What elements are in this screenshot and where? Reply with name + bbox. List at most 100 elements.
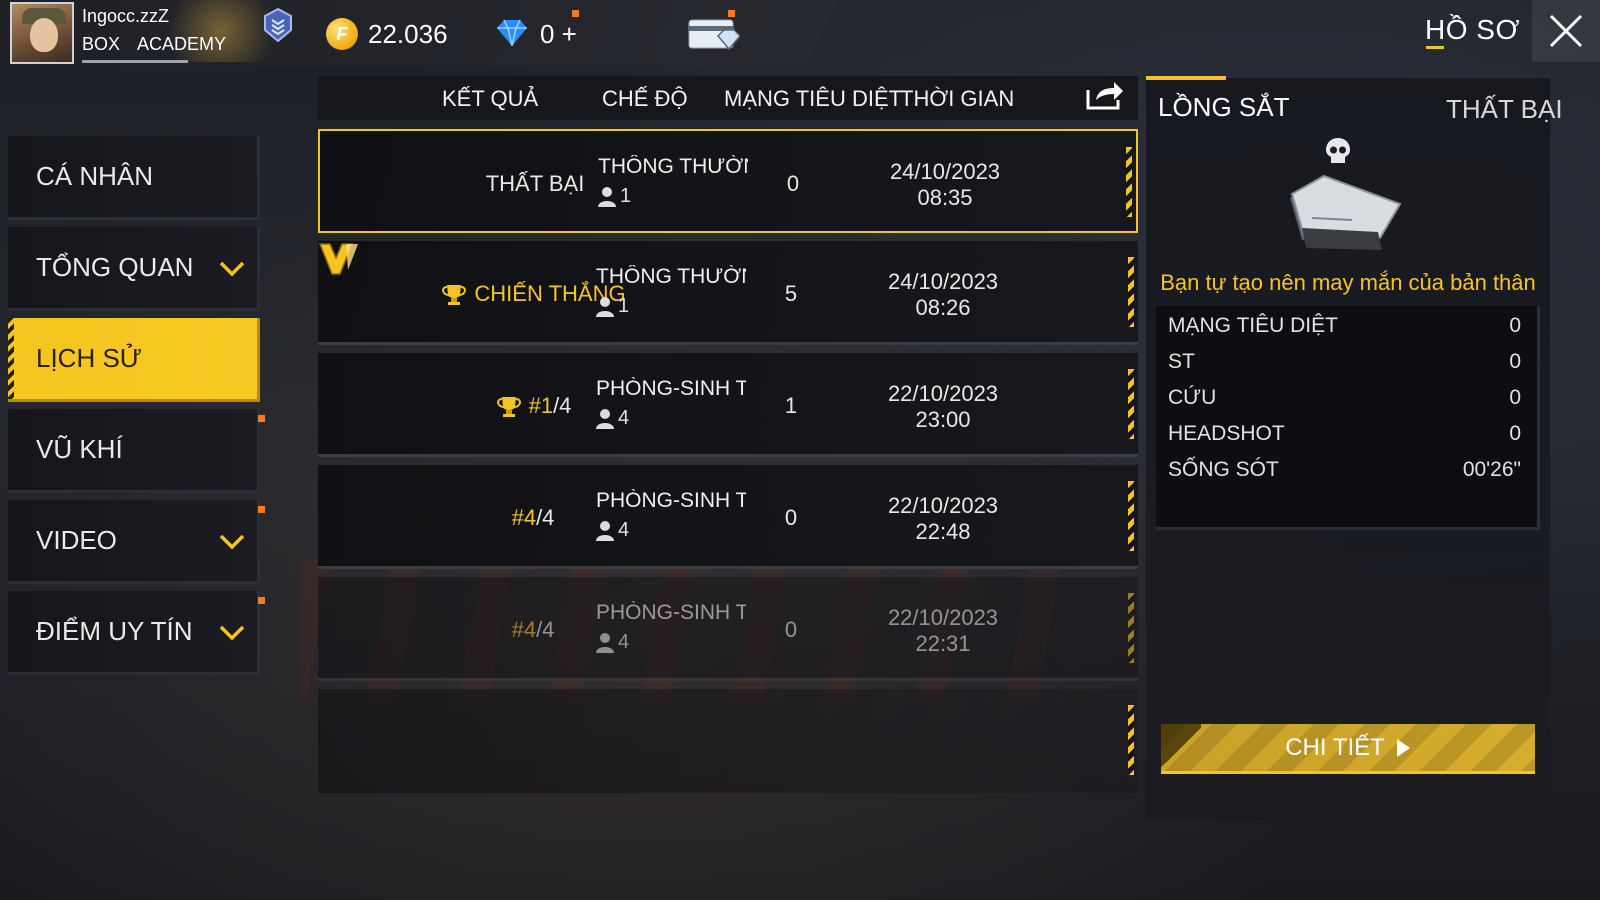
person-icon [596, 296, 614, 317]
match-date: 22/10/2023 [887, 605, 999, 630]
notification-dot [258, 415, 265, 422]
chevron-down-icon [219, 625, 245, 641]
match-datetime: 22/10/2023 22:48 [858, 493, 1028, 545]
stat-value: 0 [1509, 314, 1521, 337]
table-row[interactable]: #4/4 PHÒNG-SINH TỒN 4 0 22/10/2023 22:31 [318, 577, 1138, 681]
player-name: Ingocc.zzZ [82, 6, 170, 26]
play-arrow-icon [1396, 738, 1410, 757]
player-count: 4 [596, 631, 629, 654]
stat-row-kills: MẠNG TIÊU DIỆT 0 [1168, 314, 1521, 344]
notification-dot [728, 10, 735, 17]
hazard-stripe [1128, 481, 1134, 551]
match-datetime: 22/10/2023 22:31 [858, 605, 1028, 657]
stat-value: 0 [1509, 422, 1521, 445]
person-icon [598, 186, 616, 207]
chevron-down-icon [219, 534, 245, 550]
match-time: 22:31 [915, 631, 971, 656]
player-count-value: 4 [618, 631, 630, 653]
hazard-stripe [1128, 593, 1134, 663]
match-mode: THÔNG THƯỜNG-I [598, 155, 748, 178]
panel-tab-indicator [1146, 76, 1226, 80]
sidebar-item-personal[interactable]: CÁ NHÂN [8, 136, 260, 220]
page-title: HỒ SƠ [1425, 14, 1520, 45]
match-rank: #4 [511, 505, 537, 530]
guild-name: ACADEMY [137, 34, 227, 54]
stat-label: ST [1168, 350, 1195, 373]
stat-label: MẠNG TIÊU DIỆT [1168, 314, 1338, 337]
sidebar-item-overview[interactable]: TỔNG QUAN [8, 227, 260, 311]
close-icon [1549, 14, 1583, 48]
person-icon [596, 408, 614, 429]
match-rank-total: /4 [536, 505, 555, 530]
sidebar-item-reputation[interactable]: ĐIỂM UY TÍN [8, 591, 260, 675]
match-datetime: 24/10/2023 08:26 [858, 269, 1028, 321]
match-datetime: 22/10/2023 23:00 [858, 381, 1028, 433]
person-icon [596, 632, 614, 653]
notification-dot [572, 10, 579, 17]
sidebar-item-history[interactable]: LỊCH SỬ [8, 318, 260, 402]
player-count: 4 [596, 519, 629, 542]
table-row[interactable]: CHIẾN THẮNG THÔNG THƯỜNG-I 1 5 24/10/202… [318, 241, 1138, 345]
stat-label: SỐNG SÓT [1168, 458, 1279, 481]
match-date: 22/10/2023 [887, 381, 999, 406]
table-header: KẾT QUẢ CHẾ ĐỘ MẠNG TIÊU DIỆT THỜI GIAN [318, 76, 1138, 120]
guild-tag: BOX [82, 34, 121, 54]
sidebar-item-video[interactable]: VIDEO [8, 500, 260, 584]
close-button[interactable] [1532, 0, 1600, 62]
diamond-topup-button[interactable]: 0 + [540, 19, 577, 50]
player-count-value: 4 [618, 407, 630, 429]
details-button[interactable]: CHI TIẾT [1161, 724, 1535, 774]
kill-count: 0 [784, 505, 798, 530]
table-row-placeholder [318, 689, 1138, 793]
match-date: 24/10/2023 [887, 269, 999, 294]
column-header-result: KẾT QUẢ [442, 86, 539, 111]
table-row[interactable]: #4/4 PHÒNG-SINH TỒN 4 0 22/10/2023 22:48 [318, 465, 1138, 569]
map-name: LỒNG SẮT [1158, 92, 1290, 122]
mvp-badge-icon [318, 243, 358, 275]
match-date: 24/10/2023 [889, 159, 1001, 184]
stat-row-survival: SỐNG SÓT 00'26" [1168, 458, 1521, 488]
kill-count: 5 [784, 281, 798, 306]
match-mode: PHÒNG-SINH TỒN [596, 377, 746, 400]
match-date: 22/10/2023 [887, 493, 999, 518]
notification-dot [258, 506, 265, 513]
hazard-stripe [1128, 257, 1134, 327]
kill-count: 1 [784, 393, 798, 418]
match-time: 22:48 [915, 519, 971, 544]
share-icon[interactable] [1084, 80, 1124, 110]
column-header-kills: MẠNG TIÊU DIỆT [724, 86, 903, 111]
hazard-stripe [1128, 705, 1134, 775]
player-count: 1 [596, 295, 629, 318]
chevron-down-icon [219, 261, 245, 277]
gold-coin-value: 22.036 [368, 19, 448, 49]
match-mode: THÔNG THƯỜNG-I [596, 265, 746, 288]
match-mode: PHÒNG-SINH TỒN [596, 489, 746, 512]
match-time: 08:26 [915, 295, 971, 320]
stat-value: 00'26" [1462, 458, 1521, 481]
match-mode: PHÒNG-SINH TỒN [596, 601, 746, 624]
table-row[interactable]: #1/4 PHÒNG-SINH TỒN 4 1 22/10/2023 23:00 [318, 353, 1138, 457]
player-count-value: 1 [618, 295, 630, 317]
membership-card-icon[interactable] [688, 16, 740, 50]
kill-count: 0 [784, 617, 798, 642]
avatar[interactable] [10, 2, 74, 64]
match-time: 23:00 [915, 407, 971, 432]
match-time: 08:35 [917, 185, 973, 210]
diamond-icon [497, 19, 527, 47]
skull-icon [1326, 138, 1350, 163]
sidebar-item-label: VIDEO [36, 525, 117, 555]
sidebar-item-weapons[interactable]: VŨ KHÍ [8, 409, 260, 493]
rank-badge-icon[interactable] [263, 8, 293, 42]
player-count-value: 4 [618, 519, 630, 541]
match-rank: #1 [528, 393, 554, 418]
sidebar-item-label: TỔNG QUAN [36, 252, 194, 282]
exp-bar [82, 60, 188, 63]
coffin-icon [1290, 174, 1402, 250]
match-rank-total: /4 [536, 617, 555, 642]
stat-row-headshot: HEADSHOT 0 [1168, 422, 1521, 452]
match-rank: #4 [511, 617, 537, 642]
column-header-time: THỜI GIAN [900, 86, 1015, 111]
hazard-stripe [1128, 369, 1134, 439]
gold-coin-icon: F [326, 18, 358, 50]
table-row[interactable]: THẤT BẠI THÔNG THƯỜNG-I 1 0 24/10/2023 0… [318, 129, 1138, 233]
